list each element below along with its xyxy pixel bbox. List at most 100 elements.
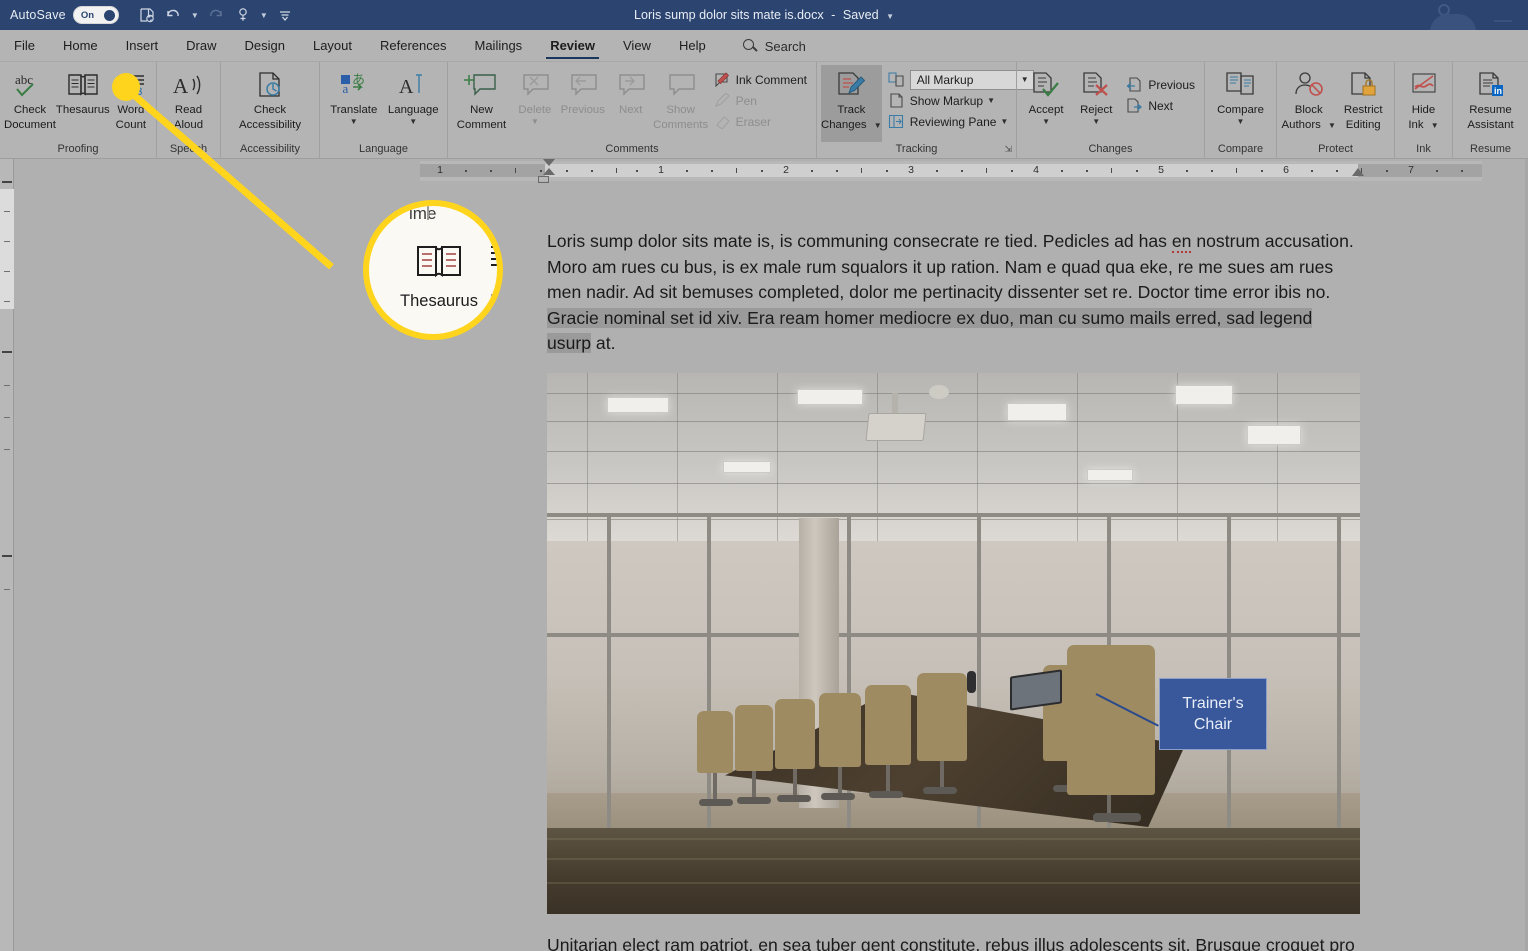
- annotation-origin-dot: [112, 73, 140, 101]
- accept-dropdown-caret-icon[interactable]: ▼: [1042, 118, 1050, 126]
- check-document-button[interactable]: abc Check Document: [4, 65, 56, 132]
- resume-assistant-linkedin-icon: in: [1475, 68, 1507, 102]
- tab-home[interactable]: Home: [49, 31, 112, 61]
- ink-comment-label: Ink Comment: [735, 72, 807, 87]
- tab-help[interactable]: Help: [665, 31, 720, 61]
- right-indent-marker[interactable]: [1352, 168, 1364, 176]
- block-authors-icon: [1293, 68, 1325, 102]
- hanging-indent-marker[interactable]: [543, 168, 555, 175]
- chair-base: [777, 795, 811, 802]
- para1-text-tail: at.: [591, 333, 616, 353]
- tab-design[interactable]: Design: [231, 31, 299, 61]
- track-changes-label-line1: Track: [837, 104, 866, 116]
- translate-dropdown-caret-icon[interactable]: ▼: [350, 118, 358, 126]
- restrict-editing-button[interactable]: Restrict Editing: [1336, 65, 1390, 132]
- block-authors-dropdown-caret-icon[interactable]: ▼: [1328, 121, 1336, 130]
- reviewing-pane-caret-icon[interactable]: ▼: [1000, 117, 1008, 126]
- tab-references[interactable]: References: [366, 31, 460, 61]
- next-comment-label: Next: [618, 104, 643, 116]
- tab-file[interactable]: File: [0, 31, 49, 61]
- ruler-right-margin: [1358, 164, 1482, 177]
- vertical-ruler-page-region: [0, 189, 14, 309]
- ink-comment-button[interactable]: Ink Comment: [711, 69, 812, 90]
- hide-ink-button[interactable]: Hide Ink ▼: [1399, 65, 1448, 132]
- para1-text-part1: Loris sump dolor sits mate is, is commun…: [547, 231, 1172, 251]
- carpet-floor: [547, 828, 1360, 914]
- previous-change-button[interactable]: Previous: [1123, 74, 1200, 95]
- ribbon-group-comments: New Comment Delete ▼ Previous Next Show …: [447, 62, 816, 159]
- tab-layout[interactable]: Layout: [299, 31, 366, 61]
- horizontal-ruler[interactable]: 1 1 2 3 4 5 6 7: [420, 161, 1482, 181]
- chair: [917, 673, 967, 787]
- paragraph-2[interactable]: Unitarian elect ram patriot, en sea tube…: [547, 933, 1360, 951]
- new-comment-button[interactable]: New Comment: [452, 65, 511, 132]
- previous-comment-label: Previous: [560, 104, 605, 116]
- chair-base: [1093, 813, 1141, 822]
- language-label: Language: [387, 104, 439, 116]
- autosave-control[interactable]: AutoSave On: [10, 6, 119, 24]
- previous-comment-button: Previous: [559, 65, 607, 117]
- next-comment-icon: [614, 68, 648, 102]
- chair-base: [821, 793, 855, 800]
- vertical-ruler[interactable]: [0, 159, 14, 951]
- language-button[interactable]: A Language ▼: [384, 65, 444, 126]
- undo-dropdown-caret[interactable]: ▼: [189, 11, 201, 20]
- callout-line-1: Trainer's: [1182, 695, 1244, 712]
- customize-quick-access-toolbar-icon[interactable]: [273, 4, 297, 26]
- compare-label: Compare: [1217, 104, 1264, 116]
- check-accessibility-button[interactable]: Check Accessibility: [225, 65, 315, 132]
- tab-view[interactable]: View: [609, 31, 665, 61]
- magnifier-thesaurus-label: Thesaurus: [400, 292, 478, 310]
- compare-dropdown-caret-icon[interactable]: ▼: [1237, 118, 1245, 126]
- save-icon[interactable]: [135, 4, 159, 26]
- track-changes-icon: [835, 68, 867, 102]
- compare-button[interactable]: Compare ▼: [1209, 65, 1272, 126]
- tracking-dialog-launcher-icon[interactable]: ⇲: [1004, 142, 1012, 157]
- thesaurus-button[interactable]: Thesaurus: [56, 65, 110, 117]
- reject-dropdown-caret-icon[interactable]: ▼: [1092, 118, 1100, 126]
- ceiling-dome-camera: [929, 385, 949, 399]
- resume-assistant-button[interactable]: in Resume Assistant: [1457, 65, 1524, 132]
- track-changes-button[interactable]: Track Changes ▼: [821, 65, 882, 142]
- chair: [735, 705, 773, 797]
- quick-access-toolbar: ▼ ▼: [135, 4, 297, 26]
- next-change-button[interactable]: Next: [1123, 95, 1200, 116]
- restrict-editing-icon: [1347, 68, 1379, 102]
- magnifier-page-edge: [427, 206, 429, 220]
- para1-selected-text: Gracie nominal set id xiv. Era ream home…: [547, 307, 1313, 353]
- translate-button[interactable]: aあ Translate ▼: [324, 65, 384, 126]
- touch-mouse-dropdown-caret[interactable]: ▼: [258, 11, 270, 20]
- group-label-accessibility: Accessibility: [240, 143, 300, 155]
- touch-mouse-mode-icon[interactable]: [231, 4, 255, 26]
- ruler-number-7: 7: [1408, 164, 1414, 176]
- ink-comment-icon: [713, 71, 732, 88]
- translate-label: Translate: [330, 104, 378, 116]
- conference-room-image[interactable]: [547, 373, 1360, 914]
- reject-button[interactable]: Reject ▼: [1071, 65, 1121, 126]
- group-label-protect: Protect: [1318, 143, 1353, 155]
- hide-ink-dropdown-caret-icon[interactable]: ▼: [1431, 121, 1439, 130]
- markup-display-icon: [887, 71, 906, 88]
- tab-mailings[interactable]: Mailings: [461, 31, 537, 61]
- autosave-toggle[interactable]: On: [72, 6, 119, 24]
- eraser-icon: [713, 113, 732, 130]
- language-dropdown-caret-icon[interactable]: ▼: [409, 118, 417, 126]
- search-box[interactable]: Search: [742, 31, 806, 61]
- track-changes-dropdown-caret-icon[interactable]: ▼: [874, 121, 882, 130]
- para2-text-part2: sea tuber gent constitute, rebus: [777, 935, 1035, 951]
- tab-review[interactable]: Review: [536, 31, 609, 61]
- paragraph-1[interactable]: Loris sump dolor sits mate is, is commun…: [547, 229, 1360, 357]
- undo-icon[interactable]: [162, 4, 186, 26]
- show-markup-caret-icon[interactable]: ▼: [987, 96, 995, 105]
- left-indent-marker[interactable]: [538, 176, 549, 183]
- ribbon-group-protect: Block Authors ▼ Restrict Editing Protect: [1276, 62, 1394, 159]
- save-status-caret-icon[interactable]: ▼: [886, 12, 894, 21]
- window-controls-region: [1402, 2, 1522, 32]
- trainers-chair-callout[interactable]: Trainer's Chair: [1159, 678, 1267, 750]
- tab-draw[interactable]: Draw: [172, 31, 230, 61]
- document-page[interactable]: Loris sump dolor sits mate is, is commun…: [422, 183, 1482, 951]
- first-line-indent-marker[interactable]: [543, 159, 555, 166]
- tab-insert[interactable]: Insert: [112, 31, 173, 61]
- block-authors-button[interactable]: Block Authors ▼: [1281, 65, 1336, 132]
- accept-button[interactable]: Accept ▼: [1021, 65, 1071, 126]
